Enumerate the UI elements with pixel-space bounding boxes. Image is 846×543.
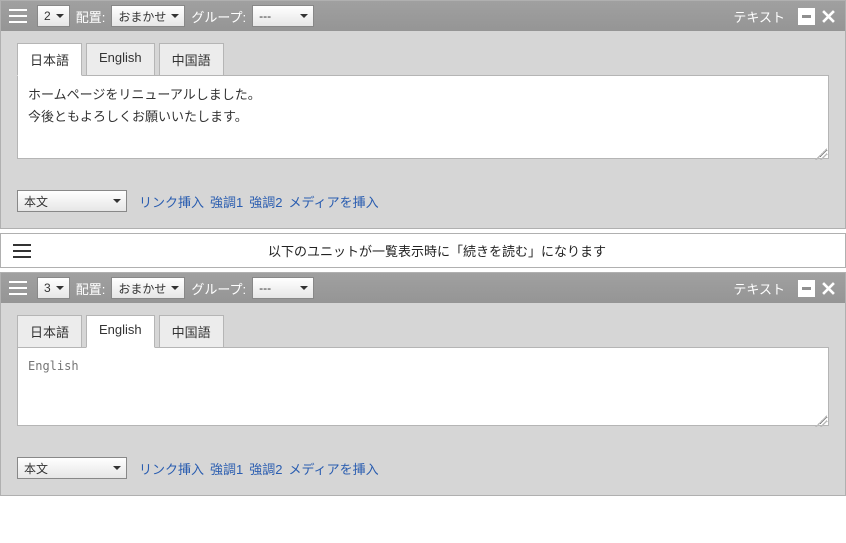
close-button[interactable] xyxy=(820,8,837,25)
style-select[interactable]: 本文 xyxy=(17,190,127,212)
tab-english[interactable]: English xyxy=(86,315,155,348)
tab-english[interactable]: English xyxy=(86,43,155,76)
tab-chinese[interactable]: 中国語 xyxy=(159,315,224,348)
unit-header: 3 配置: おまかせ グループ: --- テキスト xyxy=(1,273,845,303)
tab-chinese[interactable]: 中国語 xyxy=(159,43,224,76)
group-select[interactable]: --- xyxy=(252,277,314,299)
editor-toolbar: 本文 リンク挿入 強調1 強調2 メディアを挿入 xyxy=(17,190,829,212)
close-icon xyxy=(822,10,835,23)
insert-media-action[interactable]: メディアを挿入 xyxy=(288,192,378,211)
language-tabs: 日本語 English 中国語 xyxy=(17,315,829,348)
layout-label: 配置: xyxy=(76,279,106,298)
unit-body: 日本語 English 中国語 本文 リンク挿入 強調1 強調2 メディアを挿入 xyxy=(1,31,845,228)
layout-select[interactable]: おまかせ xyxy=(111,277,185,299)
close-button[interactable] xyxy=(820,280,837,297)
drag-handle-icon[interactable] xyxy=(9,9,27,23)
emphasis2-action[interactable]: 強調2 xyxy=(249,192,282,211)
unit-type-label: テキスト xyxy=(733,279,785,298)
emphasis1-action[interactable]: 強調1 xyxy=(210,459,243,478)
content-textarea[interactable] xyxy=(17,347,829,426)
content-textarea[interactable] xyxy=(17,75,829,159)
unit-header: 2 配置: おまかせ グループ: --- テキスト xyxy=(1,1,845,31)
layout-select[interactable]: おまかせ xyxy=(111,5,185,27)
language-tabs: 日本語 English 中国語 xyxy=(17,43,829,76)
minimize-button[interactable] xyxy=(798,280,815,297)
drag-handle-icon[interactable] xyxy=(9,281,27,295)
minimize-button[interactable] xyxy=(798,8,815,25)
group-label: グループ: xyxy=(191,279,246,298)
order-select[interactable]: 3 xyxy=(37,277,70,299)
insert-link-action[interactable]: リンク挿入 xyxy=(139,459,204,478)
tab-japanese[interactable]: 日本語 xyxy=(17,43,82,76)
group-label: グループ: xyxy=(191,7,246,26)
separator-message: 以下のユニットが一覧表示時に「続きを読む」になります xyxy=(41,241,833,260)
unit-type-label: テキスト xyxy=(733,7,785,26)
group-select[interactable]: --- xyxy=(252,5,314,27)
editor-toolbar: 本文 リンク挿入 強調1 強調2 メディアを挿入 xyxy=(17,457,829,479)
unit-body: 日本語 English 中国語 本文 リンク挿入 強調1 強調2 メディアを挿入 xyxy=(1,303,845,495)
insert-media-action[interactable]: メディアを挿入 xyxy=(288,459,378,478)
layout-label: 配置: xyxy=(76,7,106,26)
insert-link-action[interactable]: リンク挿入 xyxy=(139,192,204,211)
tab-japanese[interactable]: 日本語 xyxy=(17,315,82,348)
emphasis1-action[interactable]: 強調1 xyxy=(210,192,243,211)
style-select[interactable]: 本文 xyxy=(17,457,127,479)
readmore-separator: 以下のユニットが一覧表示時に「続きを読む」になります xyxy=(0,233,846,268)
unit-block-2: 3 配置: おまかせ グループ: --- テキスト 日本語 English 中国… xyxy=(0,272,846,496)
unit-block-1: 2 配置: おまかせ グループ: --- テキスト 日本語 English 中国… xyxy=(0,0,846,229)
drag-handle-icon[interactable] xyxy=(13,244,31,258)
order-select[interactable]: 2 xyxy=(37,5,70,27)
emphasis2-action[interactable]: 強調2 xyxy=(249,459,282,478)
close-icon xyxy=(822,282,835,295)
